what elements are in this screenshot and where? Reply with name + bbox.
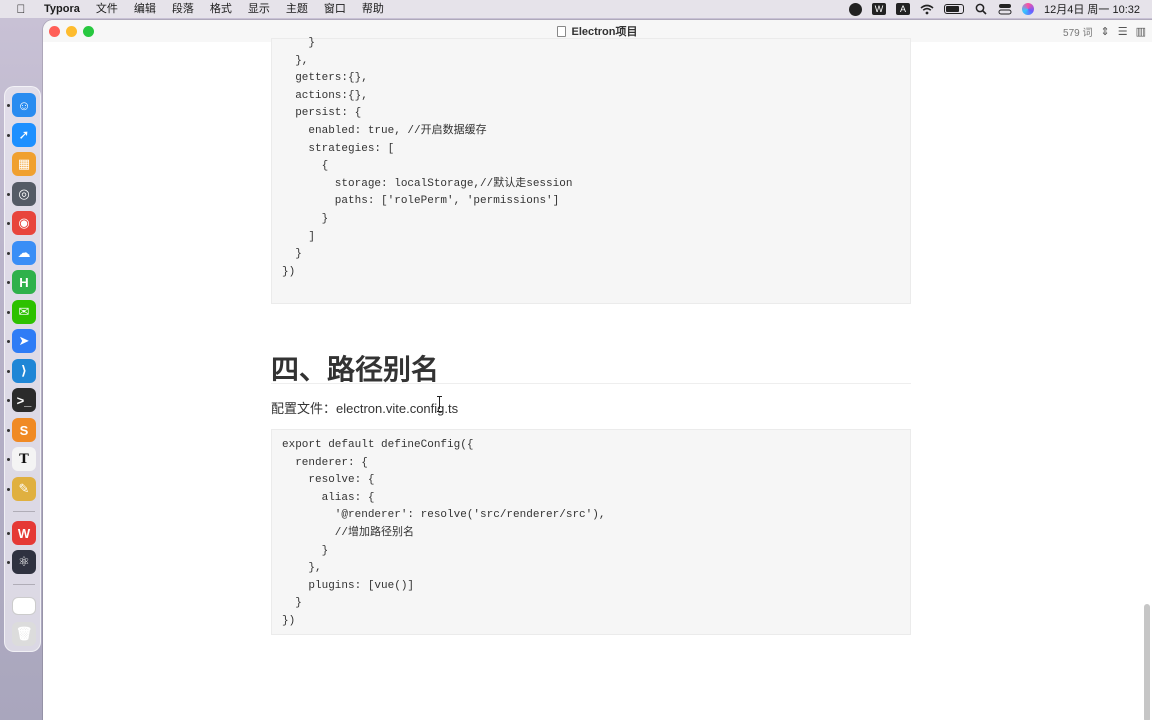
code-line[interactable]: alias: { — [282, 490, 375, 507]
screenshot-icon[interactable]: ◎ — [12, 182, 36, 206]
siri-icon[interactable] — [1022, 3, 1034, 15]
code-line[interactable]: plugins: [vue()] — [282, 578, 414, 595]
code-line[interactable]: actions:{}, — [282, 88, 368, 105]
menu-help[interactable]: 帮助 — [354, 0, 392, 18]
downloads-stack-icon[interactable] — [12, 597, 36, 615]
running-indicator — [7, 311, 10, 314]
menu-file[interactable]: 文件 — [88, 0, 126, 18]
code-line[interactable]: strategies: [ — [282, 141, 394, 158]
menubar:  Typora 文件 编辑 段落 格式 显示 主题 窗口 帮助 W A 12月… — [0, 0, 1152, 18]
typora-window: Electron项目 579 词 ⇕ ☰ ▥ } }, getters:{}, … — [43, 20, 1152, 720]
typora-icon[interactable]: T — [12, 447, 36, 471]
heading-divider — [271, 383, 911, 384]
running-indicator — [7, 252, 10, 255]
paint-icon[interactable]: ✎ — [12, 477, 36, 501]
window-title: Electron项目 — [571, 26, 638, 38]
code-line[interactable]: storage: localStorage,//默认走session — [282, 176, 573, 193]
running-indicator — [7, 370, 10, 373]
code-line[interactable]: }) — [282, 613, 295, 630]
code-line[interactable]: } — [282, 595, 302, 612]
running-indicator — [7, 532, 10, 535]
spotlight-icon[interactable] — [974, 3, 988, 15]
finder-icon[interactable]: ☺ — [12, 93, 36, 117]
editor-scrollbar[interactable] — [1144, 604, 1150, 720]
running-indicator — [7, 458, 10, 461]
trash-icon[interactable]: 🗑 — [12, 622, 36, 646]
menu-app-typora[interactable]: Typora — [42, 0, 88, 18]
battery-icon[interactable] — [944, 4, 964, 14]
launchpad-icon[interactable]: ▦ — [12, 152, 36, 176]
menubar-clock[interactable]: 12月4日 周一 10:32 — [1044, 1, 1140, 17]
terminal-icon[interactable]: >_ — [12, 388, 36, 412]
code-line[interactable]: }) — [282, 264, 295, 281]
code-line[interactable]: { — [282, 158, 329, 175]
title-right-tools: 579 词 ⇕ ☰ ▥ — [1063, 20, 1146, 42]
code-line[interactable]: resolve: { — [282, 472, 374, 489]
dock-separator — [13, 584, 35, 585]
word-count-toggle-icon[interactable]: ⇕ — [1101, 25, 1110, 38]
code-line[interactable]: ] — [282, 229, 315, 246]
code-line[interactable]: //增加路径别名 — [282, 525, 414, 542]
vscode-icon[interactable]: ⟩ — [12, 359, 36, 383]
menu-edit[interactable]: 编辑 — [126, 0, 164, 18]
stop-record-icon[interactable] — [849, 2, 862, 16]
code-line[interactable]: export default defineConfig({ — [282, 437, 473, 454]
document-icon — [557, 25, 567, 37]
code-block-vite-config[interactable]: export default defineConfig({ renderer: … — [271, 429, 911, 635]
hbuilder-icon[interactable]: H — [12, 270, 36, 294]
chrome-icon[interactable]: ◉ — [12, 211, 36, 235]
text-cursor-icon — [437, 396, 443, 412]
code-line[interactable]: persist: { — [282, 105, 361, 122]
wifi-icon[interactable] — [920, 3, 934, 15]
code-line[interactable]: enabled: true, //开启数据缓存 — [282, 123, 486, 140]
running-indicator — [7, 399, 10, 402]
code-line[interactable]: } — [282, 211, 329, 228]
feishu-icon[interactable]: ➤ — [12, 329, 36, 353]
heading-path-alias[interactable]: 四、路径别名 — [271, 348, 439, 388]
apple-menu-icon[interactable]:  — [14, 2, 28, 16]
code-line[interactable]: '@renderer': resolve('src/renderer/src')… — [282, 507, 606, 524]
running-indicator — [7, 340, 10, 343]
code-line[interactable]: } — [282, 246, 302, 263]
code-line[interactable]: getters:{}, — [282, 70, 368, 87]
running-indicator — [7, 104, 10, 107]
running-indicator — [7, 281, 10, 284]
config-file-paragraph[interactable]: 配置文件：electron.vite.config.ts — [271, 398, 458, 417]
code-line[interactable]: }, — [282, 560, 321, 577]
menu-format[interactable]: 格式 — [202, 0, 240, 18]
running-indicator — [7, 429, 10, 432]
code-line[interactable]: renderer: { — [282, 455, 368, 472]
menu-window[interactable]: 窗口 — [316, 0, 354, 18]
wechat-icon[interactable]: ✉ — [12, 300, 36, 324]
menu-paragraph[interactable]: 段落 — [164, 0, 202, 18]
running-indicator — [7, 488, 10, 491]
code-line[interactable]: paths: ['rolePerm', 'permissions'] — [282, 193, 559, 210]
electron-icon[interactable]: ⚛ — [12, 550, 36, 574]
wps-office-icon[interactable]: W — [12, 521, 36, 545]
input-method-icon[interactable]: A — [896, 3, 910, 15]
code-line[interactable]: } — [282, 543, 329, 560]
running-indicator — [7, 561, 10, 564]
dock-separator — [13, 511, 35, 512]
baidu-netdisk-icon[interactable]: ☁ — [12, 241, 36, 265]
code-block-pinia-store[interactable]: } }, getters:{}, actions:{}, persist: { … — [271, 35, 911, 304]
sidebar-toggle-icon[interactable]: ▥ — [1136, 25, 1146, 38]
menu-theme[interactable]: 主题 — [278, 0, 316, 18]
wps-icon[interactable]: W — [872, 3, 886, 15]
editor-area[interactable]: } }, getters:{}, actions:{}, persist: { … — [43, 37, 1152, 720]
running-indicator — [7, 134, 10, 137]
code-line[interactable]: } — [282, 35, 315, 52]
sublime-icon[interactable]: S — [12, 418, 36, 442]
word-count[interactable]: 579 词 — [1063, 24, 1092, 39]
dock: ☺ ➚ ▦ ◎ ◉ ☁ H ✉ ➤ ⟩ >_ S T ✎ W ⚛ 🗑 — [4, 86, 41, 652]
running-indicator — [7, 222, 10, 225]
running-indicator — [7, 193, 10, 196]
code-line[interactable]: }, — [282, 53, 308, 70]
control-center-icon[interactable] — [998, 3, 1012, 15]
outline-list-icon[interactable]: ☰ — [1118, 25, 1128, 38]
menu-view[interactable]: 显示 — [240, 0, 278, 18]
safari-icon[interactable]: ➚ — [12, 123, 36, 147]
